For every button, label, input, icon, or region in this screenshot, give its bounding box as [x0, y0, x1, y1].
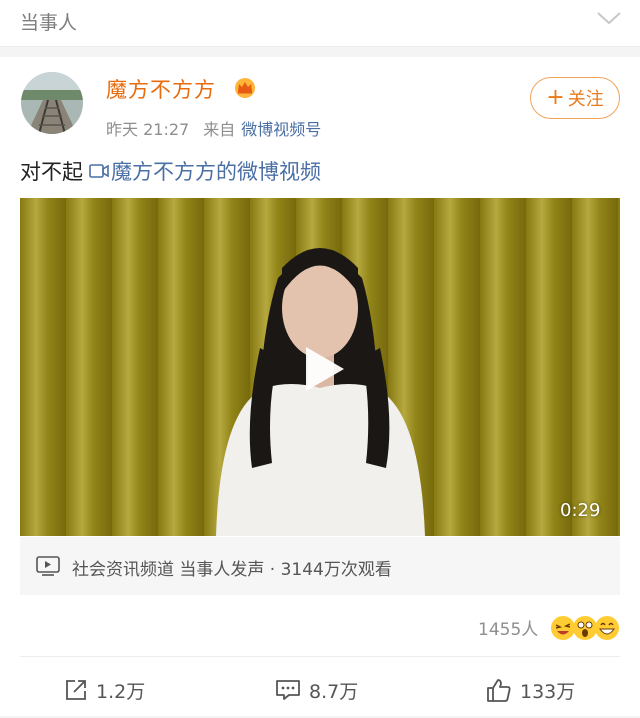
chevron-down-icon[interactable]: [596, 8, 622, 28]
avatar[interactable]: [21, 72, 83, 134]
follow-button[interactable]: + 关注: [530, 77, 620, 119]
post-source[interactable]: 微博视频号: [241, 120, 321, 139]
top-bar: 当事人: [0, 0, 640, 47]
thumbs-up-icon: [487, 679, 511, 702]
video-duration: 0:29: [560, 500, 601, 521]
comment-count: 8.7万: [309, 680, 359, 703]
page-title: 当事人: [20, 12, 78, 34]
from-label: 来自: [203, 120, 236, 139]
plus-icon: +: [546, 85, 565, 110]
reactions-count[interactable]: 1455人: [478, 615, 538, 640]
video-link[interactable]: 魔方不方方的微博视频: [111, 160, 321, 184]
share-icon: [66, 680, 86, 700]
post-meta: 昨天 21:27 来自 微博视频号: [106, 116, 321, 140]
post-text: 对不起 魔方不方方的微博视频: [20, 156, 321, 186]
play-icon[interactable]: [302, 345, 346, 393]
crown-icon: [235, 78, 255, 98]
video-icon: [36, 556, 60, 576]
follow-label: 关注: [567, 89, 604, 110]
video-camera-icon: [89, 164, 109, 178]
share-button[interactable]: 1.2万: [64, 676, 145, 704]
share-count: 1.2万: [96, 680, 146, 703]
channel-info: 社会资讯频道 当事人发声 · 3144万次观看: [72, 560, 392, 580]
like-count: 133万: [520, 680, 576, 703]
video-channel-bar[interactable]: 社会资讯频道 当事人发声 · 3144万次观看: [20, 537, 620, 595]
section-gap: [0, 47, 640, 57]
like-button[interactable]: 133万: [486, 676, 575, 704]
divider: [20, 656, 620, 657]
post-time: 昨天 21:27: [106, 120, 190, 139]
comment-button[interactable]: 8.7万: [275, 676, 358, 704]
comment-icon: [276, 680, 300, 700]
grinning-emoji-icon: [595, 616, 619, 640]
post-body: 对不起: [20, 160, 83, 184]
author-name[interactable]: 魔方不方方: [106, 74, 216, 104]
